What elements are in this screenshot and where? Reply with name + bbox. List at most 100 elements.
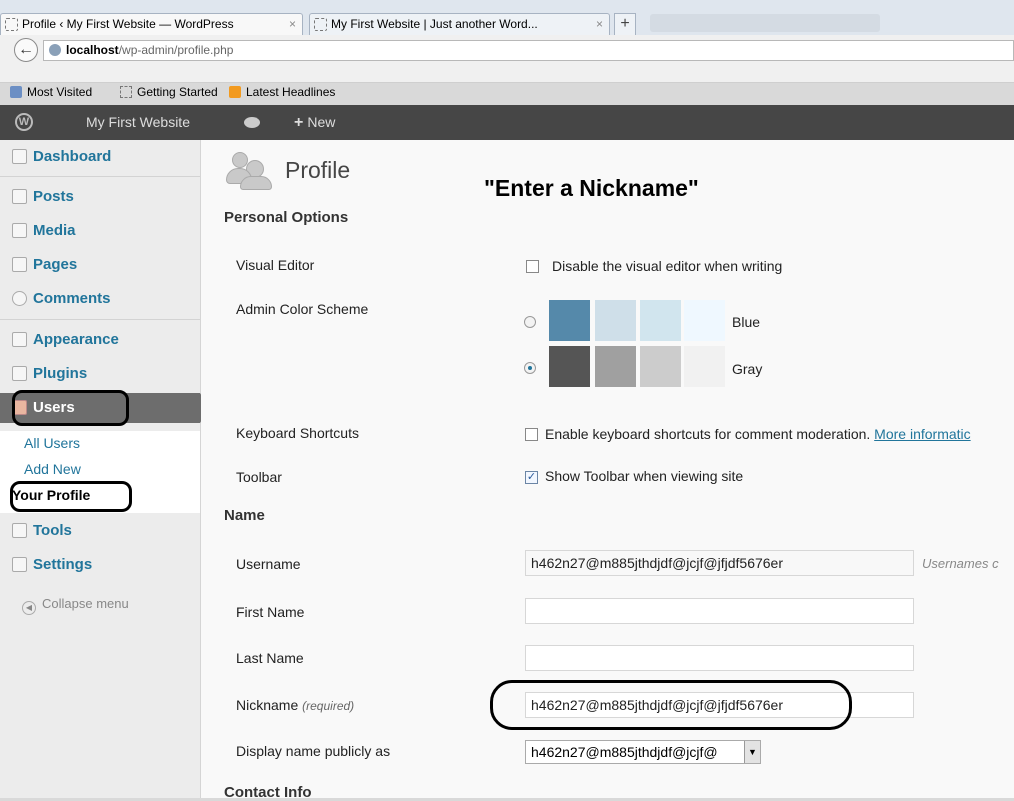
sidebar-item-media[interactable]: Media xyxy=(0,214,200,248)
toolbar-option: Show Toolbar when viewing site xyxy=(545,468,744,484)
toolbar-label: Toolbar xyxy=(236,469,282,485)
bookmark-label: Most Visited xyxy=(27,85,93,99)
sidebar-item-plugins[interactable]: Plugins xyxy=(0,357,200,391)
sidebar-item-pages[interactable]: Pages xyxy=(0,248,200,282)
menu-label: Plugins xyxy=(33,365,88,382)
toolbar-checkbox-checked[interactable]: ✓ xyxy=(525,471,538,484)
new-tab-button[interactable]: + xyxy=(614,13,636,35)
keyboard-shortcuts-option: Enable keyboard shortcuts for comment mo… xyxy=(545,426,971,442)
page-icon xyxy=(314,18,327,31)
annotation-caption: "Enter a Nickname" xyxy=(484,175,699,201)
nickname-label-text: Nickname xyxy=(236,697,299,713)
display-name-label: Display name publicly as xyxy=(236,743,391,759)
menu-label: Settings xyxy=(33,556,93,573)
blue-swatch-1 xyxy=(549,300,590,341)
personal-options-heading: Personal Options xyxy=(224,209,349,226)
house-icon xyxy=(12,149,27,164)
blue-scheme-label: Blue xyxy=(732,314,761,330)
comment-icon xyxy=(12,291,27,306)
display-name-select[interactable]: h462n27@m885jthdjdf@jcjf@ ▼ xyxy=(525,740,761,764)
new-content-link[interactable]: + New xyxy=(294,114,335,132)
gray-scheme-radio[interactable] xyxy=(524,362,536,374)
page-icon xyxy=(120,86,132,98)
close-icon[interactable]: × xyxy=(596,14,603,35)
back-button[interactable]: ← xyxy=(14,38,38,62)
browser-tab-bar: Profile ‹ My First Website — WordPress ×… xyxy=(0,0,1014,35)
blue-swatch-4 xyxy=(684,300,725,341)
bookmark-most-visited[interactable]: Most Visited xyxy=(10,81,92,103)
menu-separator xyxy=(0,176,200,177)
globe-icon xyxy=(49,44,61,56)
name-heading: Name xyxy=(224,507,265,524)
site-name-link[interactable]: My First Website xyxy=(86,114,190,130)
pages-icon xyxy=(12,257,27,272)
tab-label: My First Website | Just another Word... xyxy=(331,17,538,31)
gray-swatch-1 xyxy=(549,346,590,387)
username-hint: Usernames c xyxy=(922,556,999,571)
sidebar-item-dashboard[interactable]: Dashboard xyxy=(0,140,200,174)
collapse-menu-button[interactable]: ◀ Collapse menu xyxy=(22,596,129,615)
blue-scheme-radio[interactable] xyxy=(524,316,536,328)
bookmark-getting-started[interactable]: Getting Started xyxy=(120,81,218,103)
collapse-label: Collapse menu xyxy=(42,596,129,611)
url-path: /wp-admin/profile.php xyxy=(118,43,234,57)
keyboard-shortcuts-checkbox[interactable] xyxy=(525,428,538,441)
first-name-field[interactable] xyxy=(525,598,914,624)
sidebar-item-comments[interactable]: Comments xyxy=(0,282,200,316)
contact-info-heading: Contact Info xyxy=(224,784,312,801)
sidebar-item-appearance[interactable]: Appearance xyxy=(0,323,200,357)
pushpin-icon xyxy=(12,189,27,204)
username-field[interactable]: h462n27@m885jthdjdf@jcjf@jfjdf5676er xyxy=(525,550,914,576)
menu-label: Tools xyxy=(33,522,72,539)
blue-swatch-3 xyxy=(640,300,681,341)
close-icon[interactable]: × xyxy=(289,14,296,35)
comment-bubble-icon[interactable] xyxy=(244,117,260,128)
wp-admin-bar: W My First Website + New xyxy=(0,105,1014,140)
submenu-all-users[interactable]: All Users xyxy=(0,431,200,457)
gray-swatch-3 xyxy=(640,346,681,387)
annotation-oval-users xyxy=(12,390,129,426)
bookmark-latest-headlines[interactable]: Latest Headlines xyxy=(229,81,335,103)
annotation-oval-your-profile xyxy=(10,481,132,512)
submenu-label: Add New xyxy=(24,461,81,477)
browser-tab-site[interactable]: My First Website | Just another Word... … xyxy=(309,13,610,35)
visual-editor-option: Disable the visual editor when writing xyxy=(552,258,783,274)
page-title: Profile xyxy=(285,157,351,183)
toolbar-area xyxy=(650,14,880,32)
annotation-oval-nickname xyxy=(490,680,852,730)
color-scheme-label: Admin Color Scheme xyxy=(236,301,369,317)
visual-editor-checkbox[interactable] xyxy=(526,260,539,273)
menu-label: Media xyxy=(33,222,76,239)
keyboard-option-text: Enable keyboard shortcuts for comment mo… xyxy=(545,426,871,442)
plugin-icon xyxy=(12,366,27,381)
gray-scheme-label: Gray xyxy=(732,361,763,377)
submenu-add-new[interactable]: Add New xyxy=(0,457,200,483)
menu-label: Pages xyxy=(33,256,78,273)
url-host: localhost xyxy=(66,43,119,57)
page-icon xyxy=(5,18,18,31)
bookmark-icon xyxy=(10,86,22,98)
more-information-link[interactable]: More informatic xyxy=(874,426,970,442)
new-label: New xyxy=(307,114,336,130)
required-marker: (required) xyxy=(302,699,355,713)
username-label: Username xyxy=(236,556,301,572)
sidebar-item-settings[interactable]: Settings xyxy=(0,548,200,582)
chevron-down-icon[interactable]: ▼ xyxy=(744,741,760,763)
gray-swatch-2 xyxy=(595,346,636,387)
visual-editor-label: Visual Editor xyxy=(236,257,315,273)
sidebar-item-posts[interactable]: Posts xyxy=(0,180,200,214)
url-bar[interactable]: localhost/wp-admin/profile.php xyxy=(43,40,1014,61)
menu-label: Comments xyxy=(33,290,111,307)
menu-separator xyxy=(0,319,200,320)
browser-tab-profile[interactable]: Profile ‹ My First Website — WordPress × xyxy=(0,13,303,35)
media-icon xyxy=(12,223,27,238)
first-name-label: First Name xyxy=(236,604,305,620)
wordpress-logo-icon[interactable]: W xyxy=(15,113,33,131)
last-name-field[interactable] xyxy=(525,645,914,671)
collapse-arrow-icon: ◀ xyxy=(22,601,36,615)
blue-swatch-2 xyxy=(595,300,636,341)
submenu-label: All Users xyxy=(24,435,81,451)
display-name-value: h462n27@m885jthdjdf@jcjf@ xyxy=(531,744,718,760)
menu-label: Dashboard xyxy=(33,148,112,165)
sidebar-item-tools[interactable]: Tools xyxy=(0,514,200,548)
